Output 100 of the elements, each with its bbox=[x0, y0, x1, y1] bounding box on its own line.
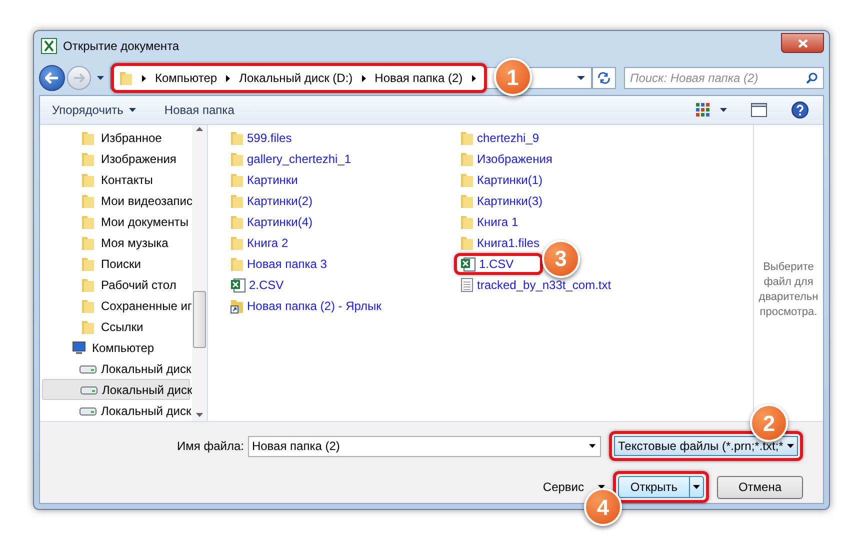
scrollbar[interactable] bbox=[192, 125, 207, 421]
file-item[interactable]: 1.CSV bbox=[460, 254, 514, 272]
file-name: 599.files bbox=[247, 130, 292, 146]
refresh-button[interactable] bbox=[592, 67, 616, 89]
file-item[interactable]: Книга 1 bbox=[460, 212, 518, 230]
file-item[interactable]: Книга1.files bbox=[460, 234, 540, 252]
close-button[interactable] bbox=[781, 33, 824, 53]
caret-icon bbox=[693, 485, 700, 489]
file-item[interactable]: Картинки(3) bbox=[460, 192, 543, 210]
dropdown-icon[interactable] bbox=[97, 76, 104, 80]
nav-item[interactable]: Компьютер bbox=[40, 337, 192, 358]
folder-icon bbox=[81, 318, 95, 334]
file-item[interactable]: Картинки(4) bbox=[230, 212, 313, 230]
file-type-dropdown[interactable]: Текстовые файлы (*.prn;*.txt;* bbox=[614, 436, 798, 456]
refresh-icon bbox=[597, 72, 611, 84]
preview-pane-icon[interactable] bbox=[751, 103, 767, 117]
file-name: Книга 1 bbox=[477, 214, 518, 230]
file-name: 1.CSV bbox=[479, 256, 514, 272]
nav-label: Локальный диск bbox=[102, 382, 192, 398]
preview-hint: Выберите bbox=[763, 260, 814, 275]
file-item[interactable]: Изображения bbox=[460, 150, 552, 168]
drive-icon bbox=[79, 404, 97, 416]
caret-icon[interactable] bbox=[720, 108, 727, 112]
scroll-down-icon bbox=[196, 413, 203, 417]
nav-item[interactable]: Ссылки bbox=[40, 316, 192, 337]
nav-item[interactable]: Рабочий стол bbox=[40, 274, 192, 295]
file-item[interactable]: Картинки bbox=[230, 170, 298, 188]
drive-icon bbox=[79, 362, 97, 374]
breadcrumb[interactable]: Компьютер bbox=[155, 69, 218, 87]
file-name: tracked_by_n33t_com.txt bbox=[477, 276, 612, 294]
help-icon[interactable] bbox=[791, 101, 809, 119]
folder-icon bbox=[81, 214, 95, 230]
view-grid-icon[interactable] bbox=[696, 103, 710, 117]
nav-label: Изображения bbox=[101, 150, 176, 168]
nav-label: Рабочий стол bbox=[101, 276, 176, 294]
open-button[interactable]: Открыть bbox=[618, 476, 704, 498]
nav-item[interactable]: Контакты bbox=[40, 169, 192, 190]
organize-button[interactable]: Упорядочить bbox=[52, 101, 136, 119]
callout-badge: 1 bbox=[494, 58, 532, 96]
file-item[interactable]: Книга 2 bbox=[230, 234, 288, 252]
callout-badge: 3 bbox=[542, 240, 580, 278]
back-button[interactable] bbox=[39, 65, 65, 91]
nav-label: Сохраненные иг bbox=[101, 298, 192, 314]
filename-field[interactable]: Новая папка (2) bbox=[248, 436, 602, 456]
nav-item[interactable]: Мои видеозапис bbox=[40, 190, 192, 211]
file-item[interactable]: 599.files bbox=[230, 128, 292, 146]
nav-item[interactable]: Мои документы bbox=[40, 211, 192, 232]
back-arrow-icon bbox=[45, 72, 59, 84]
nav-item[interactable]: Локальный диск bbox=[42, 358, 190, 379]
file-name: Изображения bbox=[477, 150, 552, 168]
nav-label: Мои видеозапис bbox=[101, 192, 192, 210]
chevron-icon bbox=[226, 74, 230, 82]
dropdown-icon[interactable] bbox=[577, 76, 585, 80]
file-item[interactable]: tracked_by_n33t_com.txt bbox=[460, 276, 612, 294]
window-title: Открытие документа bbox=[63, 38, 180, 55]
nav-item[interactable]: Сохраненные иг bbox=[40, 295, 192, 316]
file-name: gallery_chertezhi_1 bbox=[247, 150, 352, 168]
file-item[interactable]: Картинки(2) bbox=[230, 192, 313, 210]
nav-label: Ссылки bbox=[101, 318, 144, 336]
nav-item[interactable]: Моя музыка bbox=[40, 232, 192, 253]
spreadsheet-file-icon bbox=[460, 256, 476, 272]
file-name: Новая папка 3 bbox=[247, 256, 327, 272]
nav-label: Компьютер bbox=[92, 340, 154, 356]
folder-icon bbox=[230, 256, 244, 272]
search-field[interactable]: Поиск: Новая папка (2) bbox=[624, 67, 824, 89]
close-icon bbox=[798, 38, 808, 48]
filename-label: Имя файла: bbox=[177, 438, 244, 455]
nav-item[interactable]: Поиски bbox=[40, 253, 192, 274]
folder-icon bbox=[81, 298, 95, 314]
file-item[interactable]: Новая папка (2) - Ярлык bbox=[230, 296, 382, 314]
folder-icon bbox=[119, 70, 133, 86]
breadcrumb[interactable]: Локальный диск (D:) bbox=[239, 69, 353, 87]
scroll-thumb[interactable] bbox=[193, 291, 206, 348]
search-icon bbox=[806, 72, 818, 84]
spreadsheet-app-icon bbox=[41, 38, 57, 54]
file-item[interactable]: gallery_chertezhi_1 bbox=[230, 150, 352, 168]
file-name: 2.CSV bbox=[249, 276, 284, 294]
nav-item[interactable]: Локальный диск bbox=[42, 379, 190, 400]
scroll-up-icon bbox=[196, 127, 203, 131]
nav-item[interactable]: Изображения bbox=[40, 148, 192, 169]
nav-label: Мои документы bbox=[101, 214, 188, 230]
file-item[interactable]: Картинки(1) bbox=[460, 170, 543, 188]
folder-icon bbox=[81, 192, 95, 208]
folder-icon bbox=[230, 130, 244, 146]
folder-icon bbox=[460, 214, 474, 230]
nav-item[interactable]: Избранное bbox=[40, 127, 192, 148]
file-item[interactable]: Новая папка 3 bbox=[230, 254, 327, 272]
nav-label: Поиски bbox=[101, 256, 141, 272]
file-item[interactable]: chertezhi_9 bbox=[460, 128, 540, 146]
folder-icon bbox=[81, 172, 95, 188]
nav-item[interactable]: Локальный диск bbox=[42, 400, 190, 421]
cancel-button[interactable]: Отмена bbox=[717, 476, 803, 498]
file-name: Картинки bbox=[247, 172, 298, 188]
new-folder-button[interactable]: Новая папка bbox=[164, 101, 234, 119]
breadcrumb[interactable]: Новая папка (2) bbox=[374, 69, 463, 87]
folder-icon bbox=[460, 172, 474, 188]
preview-hint: дварительн bbox=[758, 290, 818, 305]
spreadsheet-file-icon bbox=[230, 276, 246, 292]
caret-icon bbox=[129, 108, 136, 112]
file-item[interactable]: 2.CSV bbox=[230, 276, 284, 294]
